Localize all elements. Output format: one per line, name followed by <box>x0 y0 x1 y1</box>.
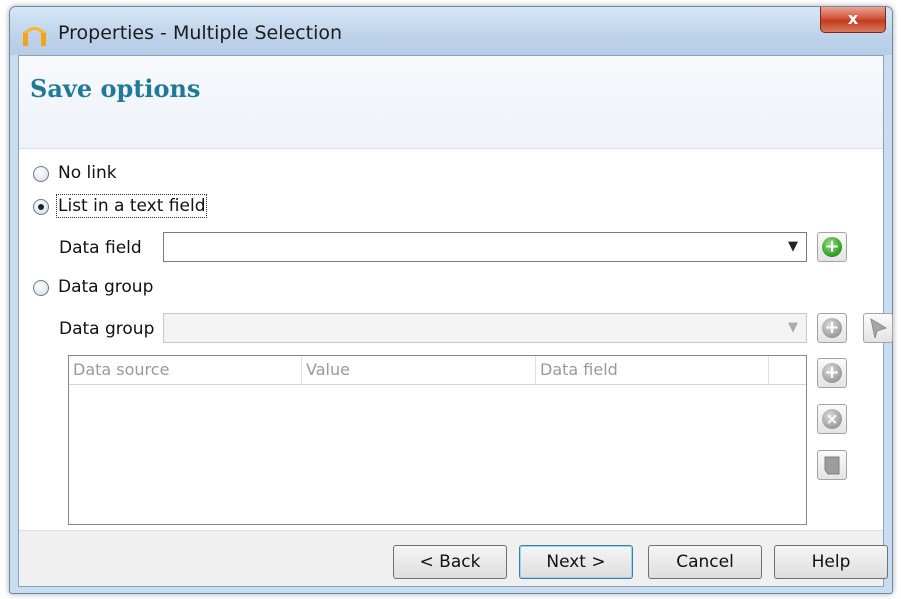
dialog-window: Properties - Multiple Selection x Save o… <box>9 6 893 594</box>
remove-icon: × <box>822 409 842 429</box>
no-link-label[interactable]: No link <box>58 163 117 183</box>
dialog-footer: < Back Next > Cancel Help <box>19 530 888 586</box>
add-data-field-button[interactable]: + <box>817 232 847 262</box>
column-header-data-field[interactable]: Data field <box>536 356 769 384</box>
no-link-radio[interactable] <box>33 166 49 182</box>
data-group-radio-label[interactable]: Data group <box>58 277 153 297</box>
help-button[interactable]: Help <box>774 545 888 579</box>
window-title: Properties - Multiple Selection <box>58 22 343 44</box>
add-row-button[interactable]: + <box>817 358 847 388</box>
back-button[interactable]: < Back <box>393 545 507 579</box>
flag-icon <box>870 317 888 339</box>
edit-row-button[interactable] <box>817 450 847 480</box>
dialog-content: Save options No link List in a text fiel… <box>18 55 893 587</box>
data-group-select[interactable]: ▼ <box>163 313 807 343</box>
list-text-field-label[interactable]: List in a text field <box>55 194 208 218</box>
column-header-data-source[interactable]: Data source <box>69 356 302 384</box>
mapping-table[interactable]: Data source Value Data field <box>68 355 807 525</box>
title-bar[interactable]: Properties - Multiple Selection x <box>10 7 892 55</box>
chevron-down-icon[interactable]: ▼ <box>783 318 803 338</box>
data-group-flag-button[interactable] <box>863 313 893 343</box>
cancel-button[interactable]: Cancel <box>648 545 762 579</box>
next-button[interactable]: Next > <box>519 545 633 579</box>
column-header-value[interactable]: Value <box>302 356 536 384</box>
app-logo-icon <box>23 27 46 46</box>
page-title: Save options <box>30 74 201 103</box>
close-button[interactable]: x <box>820 7 886 33</box>
add-data-group-button[interactable]: + <box>817 313 847 343</box>
data-group-radio[interactable] <box>33 280 49 296</box>
list-text-field-radio[interactable] <box>33 199 49 215</box>
page-header: Save options <box>19 56 883 149</box>
data-group-label: Data group <box>59 319 155 339</box>
add-icon: + <box>822 318 842 338</box>
add-icon: + <box>822 363 842 383</box>
edit-icon <box>824 456 840 475</box>
close-icon: x <box>847 9 859 28</box>
remove-row-button[interactable]: × <box>817 404 847 434</box>
table-header: Data source Value Data field <box>69 356 806 385</box>
chevron-down-icon[interactable]: ▼ <box>783 237 803 257</box>
data-field-label: Data field <box>59 238 142 258</box>
add-icon: + <box>822 237 842 257</box>
data-field-select[interactable]: ▼ <box>163 232 807 262</box>
